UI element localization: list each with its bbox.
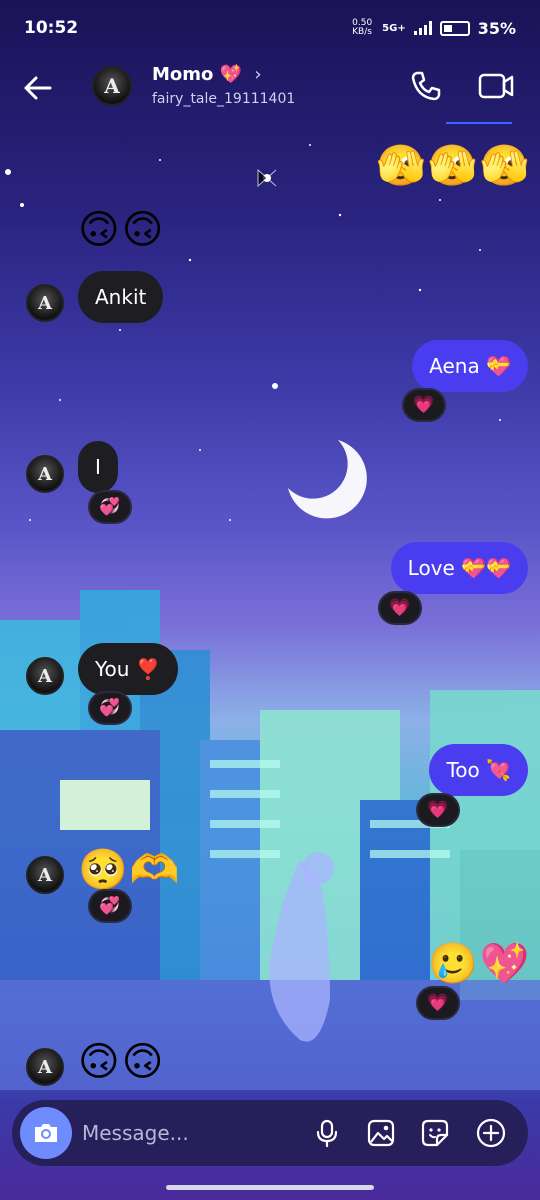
more-options-button[interactable] — [474, 1116, 508, 1150]
avatar-letter: A — [38, 1056, 52, 1078]
chevron-right-icon: › — [254, 64, 262, 85]
status-time: 10:52 — [24, 18, 79, 38]
avatar-letter: A — [104, 74, 120, 98]
network-type: 5G+ — [382, 22, 406, 34]
message-reaction[interactable]: 💗 — [416, 986, 460, 1020]
avatar-letter: A — [38, 665, 52, 687]
microphone-icon — [316, 1119, 338, 1148]
back-arrow-icon — [24, 76, 52, 100]
message-outgoing[interactable]: Love 💝💝 — [390, 542, 528, 594]
contact-name[interactable]: Momo 💖 › — [152, 64, 262, 85]
phone-icon — [411, 71, 441, 101]
battery-percent: 35% — [477, 18, 516, 38]
message-outgoing-emoji[interactable]: 🫣🫣🫣 — [376, 142, 531, 190]
message-reaction[interactable]: 💞 — [88, 490, 132, 524]
message-composer — [12, 1100, 528, 1166]
avatar-letter: A — [38, 292, 52, 314]
message-incoming-emoji[interactable]: 🥺🫶 — [78, 846, 182, 894]
sender-avatar[interactable]: A — [26, 284, 64, 322]
sticker-button[interactable] — [418, 1116, 452, 1150]
voice-message-button[interactable] — [310, 1116, 344, 1150]
video-call-button[interactable] — [476, 68, 516, 104]
camera-icon — [35, 1124, 57, 1142]
audio-call-button[interactable] — [408, 68, 444, 104]
message-incoming-emoji[interactable]: 🙃🙃 — [78, 1038, 165, 1086]
message-incoming-emoji[interactable]: 🙃🙃 — [78, 206, 165, 254]
message-outgoing-emoji[interactable]: 🥲💖 — [428, 940, 532, 988]
sender-avatar[interactable]: A — [26, 1048, 64, 1086]
message-outgoing[interactable]: Aena 💝 — [412, 340, 528, 392]
gallery-button[interactable] — [364, 1116, 398, 1150]
message-reaction[interactable]: 💗 — [416, 793, 460, 827]
contact-avatar[interactable]: A — [92, 66, 132, 106]
sender-avatar[interactable]: A — [26, 856, 64, 894]
gallery-icon — [367, 1119, 395, 1147]
network-speed: 0.50 KB/s — [352, 18, 373, 37]
plus-icon — [476, 1118, 506, 1148]
status-bar: 10:52 0.50 KB/s 5G+ 35% — [0, 0, 540, 56]
back-button[interactable] — [20, 70, 56, 106]
battery-icon — [439, 20, 470, 36]
message-reaction[interactable]: 💞 — [88, 691, 132, 725]
message-incoming[interactable]: You ❣️ — [78, 643, 178, 695]
camera-button[interactable] — [20, 1107, 72, 1159]
message-reaction[interactable]: 💞 — [88, 889, 132, 923]
home-indicator[interactable] — [166, 1185, 374, 1190]
status-indicators: 0.50 KB/s 5G+ 35% — [352, 19, 516, 38]
message-input[interactable] — [82, 1116, 292, 1150]
message-outgoing[interactable]: Too 💘 — [429, 744, 528, 796]
header-underline — [446, 122, 512, 124]
avatar-letter: A — [38, 864, 52, 886]
signal-icon — [413, 21, 432, 35]
message-incoming[interactable]: Ankit — [78, 271, 164, 323]
video-camera-icon — [478, 73, 514, 99]
chat-header: A Momo 💖 › fairy_tale_19111401 — [0, 56, 540, 120]
message-reaction[interactable]: 💗 — [402, 388, 446, 422]
message-reaction[interactable]: 💗 — [378, 591, 422, 625]
sender-avatar[interactable]: A — [26, 455, 64, 493]
sticker-icon — [421, 1119, 449, 1147]
message-incoming[interactable]: I — [78, 441, 118, 493]
sender-avatar[interactable]: A — [26, 657, 64, 695]
contact-name-text: Momo 💖 — [152, 64, 243, 85]
contact-username: fairy_tale_19111401 — [152, 91, 296, 107]
avatar-letter: A — [38, 463, 52, 485]
